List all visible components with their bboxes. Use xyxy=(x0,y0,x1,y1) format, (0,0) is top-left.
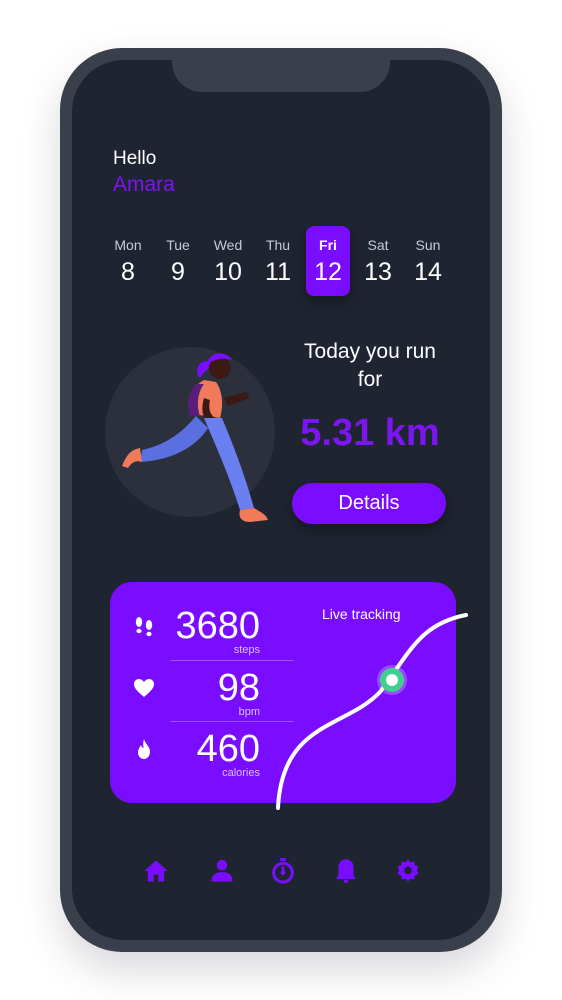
nav-profile[interactable] xyxy=(208,857,236,885)
route-line xyxy=(276,613,468,810)
day-name: Mon xyxy=(114,237,142,253)
bottom-nav xyxy=(142,857,422,887)
stopwatch-icon xyxy=(272,858,294,884)
greeting-text: Hello xyxy=(113,148,157,169)
day-name: Wed xyxy=(213,237,243,253)
day-name: Thu xyxy=(265,237,291,253)
profile-icon xyxy=(211,859,233,882)
nav-stopwatch[interactable] xyxy=(269,857,297,885)
run-distance: 5.31 km xyxy=(300,412,440,454)
day-sat[interactable]: Sat 13 xyxy=(356,226,400,296)
day-date: 13 xyxy=(364,258,392,286)
day-name: Sat xyxy=(367,237,389,253)
day-name: Tue xyxy=(166,237,190,253)
day-date: 9 xyxy=(171,258,185,286)
day-fri[interactable]: Fri 12 xyxy=(306,226,350,296)
nav-home[interactable] xyxy=(142,857,170,885)
user-name: Amara xyxy=(113,173,175,196)
gear-icon xyxy=(397,859,419,882)
day-name: Sun xyxy=(415,237,441,253)
day-date: 14 xyxy=(414,258,442,286)
day-mon[interactable]: Mon 8 xyxy=(106,226,150,296)
tracker-dot-center xyxy=(386,674,398,686)
home-icon xyxy=(144,860,168,882)
stats-card: 3680 steps 98 bpm 460 calories Live trac… xyxy=(110,582,468,810)
bell-icon xyxy=(336,859,356,883)
day-thu[interactable]: Thu 11 xyxy=(256,226,300,296)
day-selector: Mon 8 Tue 9 Wed 10 Thu 11 Fri 12 Sat 13 … xyxy=(106,226,468,296)
day-wed[interactable]: Wed 10 xyxy=(206,226,250,296)
day-tue[interactable]: Tue 9 xyxy=(156,226,200,296)
runner-illustration xyxy=(105,347,275,522)
day-date: 11 xyxy=(265,258,291,286)
app-screen: Hello Amara Mon 8 Tue 9 Wed 10 Thu 11 Fr… xyxy=(72,60,490,940)
day-name: Fri xyxy=(319,237,337,253)
day-date: 8 xyxy=(121,258,135,286)
day-date: 12 xyxy=(314,258,342,286)
details-button[interactable]: Details xyxy=(292,483,446,524)
nav-notifications[interactable] xyxy=(332,857,360,885)
phone-notch xyxy=(172,60,390,92)
nav-settings[interactable] xyxy=(394,857,422,885)
run-label: Today you run for xyxy=(304,340,436,391)
day-sun[interactable]: Sun 14 xyxy=(406,226,450,296)
live-tracking-route xyxy=(276,613,468,810)
day-date: 10 xyxy=(214,258,242,286)
